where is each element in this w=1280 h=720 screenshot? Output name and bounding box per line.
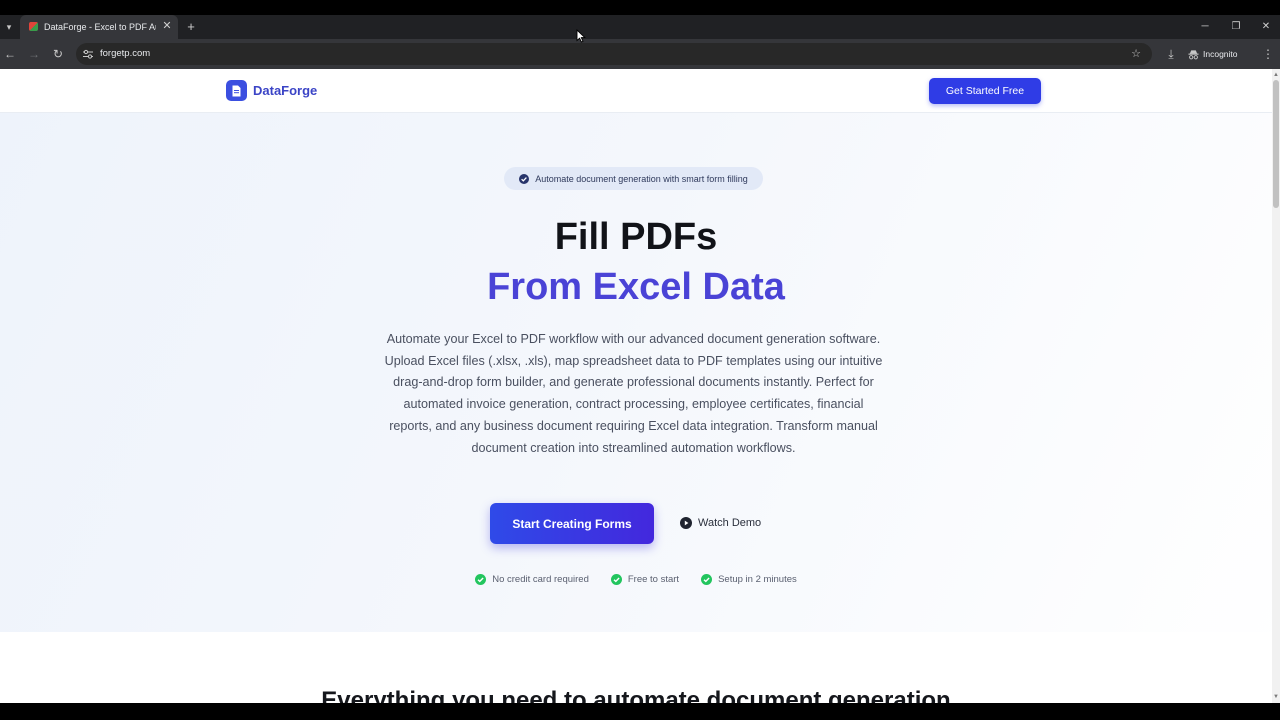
restore-icon[interactable]: ❐ — [1225, 18, 1247, 36]
reload-icon[interactable]: ↻ — [49, 45, 67, 63]
site-header: DataForge Get Started Free — [0, 69, 1272, 113]
incognito-indicator[interactable]: Incognito — [1188, 45, 1238, 63]
hero-title-line2: From Excel Data — [487, 266, 785, 308]
badge-text: Automate document generation with smart … — [535, 173, 748, 184]
check-item: Setup in 2 minutes — [701, 574, 797, 585]
page-viewport: DataForge Get Started Free Automate docu… — [0, 69, 1272, 703]
brand-name: DataForge — [253, 83, 318, 98]
new-tab-icon[interactable]: + — [184, 18, 198, 36]
hero-title-line1: Fill PDFs — [554, 216, 718, 258]
incognito-label: Incognito — [1203, 49, 1238, 59]
get-started-button[interactable]: Get Started Free — [929, 78, 1041, 104]
document-logo-icon — [226, 80, 247, 101]
check-item: No credit card required — [475, 574, 589, 585]
bookmark-star-icon[interactable]: ☆ — [1128, 46, 1144, 62]
window-top-band — [0, 0, 1280, 15]
hero-badge: Automate document generation with smart … — [504, 167, 763, 190]
forward-icon[interactable]: → — [25, 45, 43, 63]
check-label: No credit card required — [492, 574, 589, 585]
green-check-icon — [701, 574, 713, 585]
site-settings-icon[interactable] — [82, 48, 94, 60]
features-section: Everything you need to automate document… — [0, 632, 1272, 703]
start-creating-forms-button[interactable]: Start Creating Forms — [490, 503, 654, 544]
play-icon — [680, 517, 692, 529]
close-window-icon[interactable]: ✕ — [1255, 18, 1277, 36]
scroll-down-arrow-icon[interactable]: ▼ — [1272, 693, 1280, 701]
url-text: forgetp.com — [100, 48, 151, 59]
menu-icon[interactable]: ⋮ — [1259, 45, 1277, 63]
minimize-icon[interactable]: ─ — [1194, 18, 1216, 36]
check-label: Free to start — [627, 574, 680, 585]
tab-search-icon[interactable]: ▾ — [2, 18, 16, 36]
download-icon[interactable]: ⤓ — [1162, 45, 1180, 63]
trust-checks: No credit card required Free to start Se… — [0, 574, 1272, 585]
check-label: Setup in 2 minutes — [718, 574, 797, 585]
page-scrollbar[interactable]: ▲ ▼ — [1272, 69, 1280, 703]
browser-tab[interactable]: DataForge - Excel to PDF Automation ✕ — [20, 15, 178, 39]
close-tab-icon[interactable]: ✕ — [161, 19, 173, 33]
green-check-icon — [475, 574, 487, 585]
favicon-icon — [29, 22, 38, 31]
omnibox[interactable]: forgetp.com ☆ — [76, 43, 1152, 65]
tab-title: DataForge - Excel to PDF Automation — [44, 22, 156, 32]
mouse-cursor-icon — [576, 29, 586, 43]
incognito-icon — [1188, 49, 1199, 59]
scroll-up-arrow-icon[interactable]: ▲ — [1272, 71, 1280, 79]
scrollbar-thumb[interactable] — [1273, 80, 1279, 208]
window-bottom-band — [0, 703, 1280, 720]
green-check-icon — [610, 574, 622, 585]
back-icon[interactable]: ← — [1, 45, 19, 63]
address-bar: ← → ↻ forgetp.com ☆ ⤓ Incognito ⋮ — [0, 39, 1280, 69]
watch-demo-label: Watch Demo — [698, 517, 762, 529]
check-item: Free to start — [610, 574, 680, 585]
brand-logo-link[interactable]: DataForge — [226, 80, 317, 101]
hero-description: Automate your Excel to PDF workflow with… — [384, 332, 883, 455]
tab-strip: ▾ DataForge - Excel to PDF Automation ✕ … — [0, 15, 1280, 39]
check-circle-icon — [519, 173, 530, 184]
features-title: Everything you need to automate document… — [321, 687, 951, 703]
watch-demo-button[interactable]: Watch Demo — [680, 513, 761, 533]
